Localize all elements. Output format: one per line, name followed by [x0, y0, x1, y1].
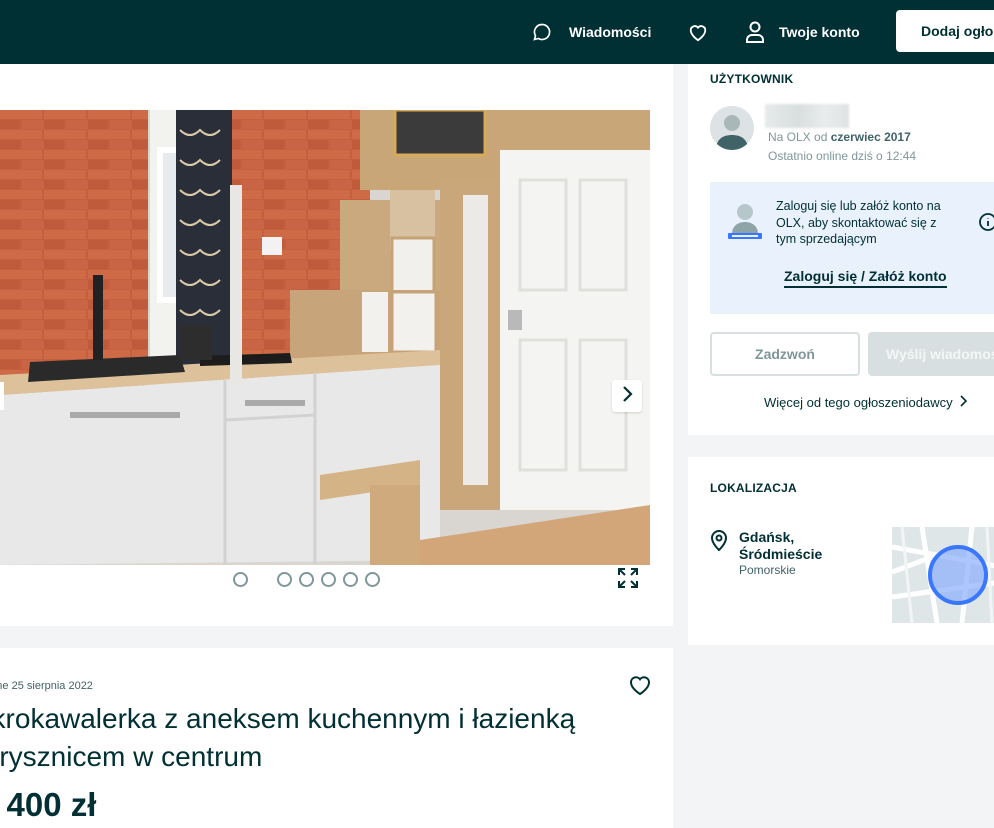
user-icon	[745, 21, 765, 43]
location-map-thumbnail[interactable]	[892, 527, 994, 623]
gallery-dot[interactable]	[343, 572, 358, 587]
fullscreen-button[interactable]	[613, 566, 643, 594]
more-from-seller-link[interactable]: Więcej od tego ogłoszeniodawcy	[764, 395, 967, 410]
map-illustration	[892, 527, 994, 623]
chevron-right-icon	[621, 385, 633, 408]
avatar[interactable]	[710, 106, 754, 150]
login-register-link[interactable]: Zaloguj się / Załóż konto	[784, 268, 947, 288]
location-city: Gdańsk, Śródmieście	[739, 529, 823, 562]
favorites-link[interactable]	[687, 0, 709, 64]
post-ad-button[interactable]: Dodaj ogłoszenie	[896, 10, 994, 52]
chevron-right-icon	[959, 395, 967, 410]
gallery-dot[interactable]	[233, 572, 248, 587]
listing-title: Mikrokawalerka z aneksem kuchennym i łaz…	[0, 703, 576, 772]
account-link[interactable]: Twoje konto	[745, 0, 860, 64]
messages-label: Wiadomości	[569, 24, 652, 40]
heart-icon[interactable]	[628, 674, 652, 701]
info-icon[interactable]	[978, 212, 994, 237]
seller-card: UŻYTKOWNIK Na OLX od czerwiec 2017 Ostat…	[688, 64, 994, 435]
messages-link[interactable]: Wiadomości	[532, 0, 651, 64]
call-button[interactable]: Zadzwoń	[710, 332, 860, 376]
kitchen-photo-illustration	[0, 110, 650, 565]
listing-price: 1 400 zł	[0, 786, 97, 823]
person-laptop-icon	[726, 200, 764, 249]
last-online: Ostatnio online dziś o 12:44	[768, 149, 917, 163]
gallery-dot[interactable]	[299, 572, 314, 587]
location-region: Pomorskie	[739, 563, 796, 577]
location-card: LOKALIZACJA Gdańsk, Śródmieście Pomorski…	[688, 457, 994, 645]
next-photo-button[interactable]	[612, 380, 642, 412]
heart-icon	[687, 22, 709, 42]
seller-section-title: UŻYTKOWNIK	[710, 72, 794, 86]
member-since-date: czerwiec 2017	[830, 130, 911, 144]
gallery-dot[interactable]	[365, 572, 380, 587]
listing-date: Dodane 25 sierpnia 2022	[0, 680, 93, 692]
more-from-seller-label: Więcej od tego ogłoszeniodawcy	[764, 395, 953, 410]
seller-name-redacted[interactable]	[765, 104, 849, 128]
location-pin-icon	[710, 529, 728, 556]
gallery-dot[interactable]	[277, 572, 292, 587]
account-label: Twoje konto	[779, 24, 860, 40]
user-avatar-icon	[710, 106, 754, 150]
listing-photo[interactable]	[0, 110, 650, 565]
gallery-dot[interactable]	[321, 572, 336, 587]
top-navigation-bar: Wiadomości Twoje konto Dodaj ogłoszenie	[0, 0, 994, 64]
chat-bubble-icon	[532, 22, 552, 42]
listing-details: Dodane 25 sierpnia 2022 Mikrokawalerka z…	[0, 648, 673, 828]
prev-photo-button-edge[interactable]	[0, 382, 4, 410]
location-section-title: LOKALIZACJA	[710, 481, 797, 495]
expand-icon	[617, 567, 639, 594]
location-district: Śródmieście	[739, 546, 823, 562]
photo-gallery	[0, 64, 673, 626]
login-prompt-box: Zaloguj się lub załóż konto na OLX, aby …	[710, 182, 994, 314]
login-prompt-text: Zaloguj się lub załóż konto na OLX, aby …	[776, 199, 941, 246]
member-since: Na OLX od czerwiec 2017	[768, 130, 911, 144]
send-message-button[interactable]: Wyślij wiadomość	[868, 332, 994, 376]
